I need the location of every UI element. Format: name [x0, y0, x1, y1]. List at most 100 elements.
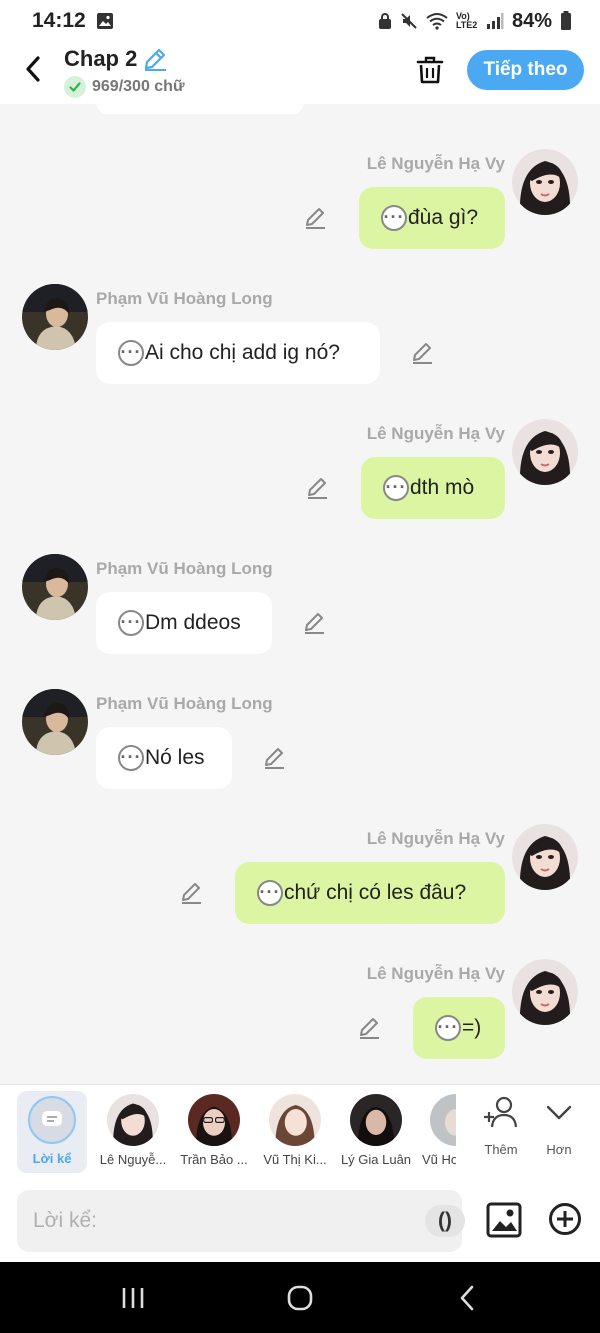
message-bubble[interactable]: =)	[413, 997, 505, 1059]
recent-apps-button[interactable]	[113, 1282, 153, 1314]
status-bar: 14:12 Vo) LTE2 84%	[0, 0, 600, 42]
edit-message-button[interactable]	[305, 475, 331, 501]
narration-dots-icon	[118, 610, 144, 636]
message-bubble[interactable]: Ai cho chị add ig nó?	[96, 322, 380, 384]
message-text: =)	[462, 1016, 482, 1039]
narrator-button[interactable]: Lời kể	[17, 1091, 87, 1173]
pencil-icon	[305, 613, 324, 634]
message-text: Dm ddeos	[145, 611, 241, 634]
add-button[interactable]	[548, 1202, 582, 1236]
recent-apps-icon	[122, 1288, 144, 1308]
sender-name: Lê Nguyễn Hạ Vy	[366, 424, 505, 443]
system-nav-bar	[0, 1262, 600, 1333]
battery-icon	[561, 11, 571, 30]
insert-image-button[interactable]	[486, 1202, 522, 1238]
chat-area[interactable]: Lê Nguyễn Hạ Vy đùa gì? Phạm Vũ Hoàng Lo…	[0, 104, 600, 1084]
message-input-box[interactable]: ()	[17, 1190, 465, 1252]
pencil-icon	[413, 343, 432, 364]
message-bubble[interactable]: chứ chị có les đâu?	[235, 862, 505, 924]
pencil-icon	[182, 883, 201, 904]
character-name: Lý Gia Luân	[340, 1152, 412, 1167]
signal-icon	[486, 13, 504, 29]
edit-message-button[interactable]	[262, 745, 288, 771]
character-item[interactable]: Lý Gia Luân	[339, 1091, 413, 1167]
message-text: Nó les	[145, 746, 205, 769]
wifi-icon	[426, 13, 448, 30]
avatar	[188, 1094, 240, 1146]
character-item[interactable]: Vũ Ho	[418, 1091, 456, 1167]
narration-dots-icon	[118, 340, 144, 366]
sender-name: Phạm Vũ Hoàng Long	[96, 289, 273, 308]
network-label: Vo) LTE2	[455, 11, 478, 30]
message-bubble[interactable]: đùa gì?	[359, 187, 505, 249]
chapter-header: Chap 2 969/300 chữ Tiếp theo	[0, 42, 600, 104]
avatar	[350, 1094, 402, 1146]
back-button[interactable]	[18, 54, 48, 84]
avatar-ha-vy[interactable]	[512, 959, 578, 1025]
character-bar: Lời kể Lê Nguyễ... Trần Bảo ... Vũ Thị K…	[0, 1084, 600, 1182]
narration-dots-icon	[383, 475, 409, 501]
pencil-icon	[144, 48, 166, 71]
battery-percent: 84%	[511, 9, 552, 32]
back-icon	[460, 1285, 474, 1311]
message-text: chứ chị có les đâu?	[284, 881, 467, 904]
narration-dots-icon	[118, 745, 144, 771]
add-character-label: Thêm	[484, 1142, 518, 1157]
narration-dots-icon	[435, 1015, 461, 1041]
more-characters-button[interactable]: Hơn	[529, 1095, 589, 1157]
home-button[interactable]	[280, 1282, 320, 1314]
system-back-button[interactable]	[448, 1282, 488, 1314]
image-icon	[486, 1202, 522, 1238]
pencil-icon	[360, 1018, 379, 1039]
edit-message-button[interactable]	[303, 205, 329, 231]
chevron-left-icon	[26, 56, 40, 82]
message-bubble[interactable]: Dm ddeos	[96, 592, 272, 654]
character-name: Lê Nguyễ...	[99, 1152, 167, 1167]
character-name: Trần Bảo ...	[180, 1152, 248, 1167]
edit-message-button[interactable]	[302, 610, 328, 636]
chat-bubble-icon	[42, 1111, 62, 1126]
sender-name: Lê Nguyễn Hạ Vy	[366, 964, 505, 983]
next-button[interactable]: Tiếp theo	[467, 50, 584, 90]
partial-message-bubble[interactable]	[96, 104, 304, 114]
sender-name: Lê Nguyễn Hạ Vy	[366, 154, 505, 173]
narrator-label: Lời kể	[32, 1151, 72, 1166]
chapter-title[interactable]: Chap 2	[64, 46, 137, 72]
avatar-ha-vy[interactable]	[512, 419, 578, 485]
avatar-hoang-long[interactable]	[22, 689, 88, 755]
message-text: đùa gì?	[408, 206, 479, 229]
character-item[interactable]: Vũ Thị Ki...	[258, 1091, 332, 1167]
gallery-notification-icon	[96, 13, 113, 29]
add-person-icon	[484, 1096, 518, 1128]
parenthesis-button[interactable]: ()	[425, 1205, 465, 1237]
character-name: Vũ Thị Ki...	[263, 1152, 327, 1167]
message-bubble[interactable]: Nó les	[96, 727, 232, 789]
lock-notification-icon	[378, 13, 391, 29]
pencil-icon	[308, 478, 327, 499]
edit-title-button[interactable]	[142, 46, 168, 72]
avatar	[430, 1094, 456, 1146]
home-icon	[287, 1285, 313, 1311]
avatar-hoang-long[interactable]	[22, 554, 88, 620]
composer: ()	[0, 1182, 600, 1262]
mute-icon	[401, 13, 417, 29]
character-item[interactable]: Trần Bảo ...	[177, 1091, 251, 1167]
message-bubble[interactable]: dth mò	[361, 457, 505, 519]
character-item[interactable]: Lê Nguyễ...	[96, 1091, 170, 1167]
edit-message-button[interactable]	[410, 340, 436, 366]
add-character-button[interactable]: Thêm	[471, 1095, 531, 1157]
avatar-ha-vy[interactable]	[512, 824, 578, 890]
check-icon	[64, 76, 86, 98]
message-text: Ai cho chị add ig nó?	[145, 341, 340, 364]
plus-circle-icon	[549, 1203, 581, 1235]
status-time: 14:12	[32, 9, 86, 32]
avatar-ha-vy[interactable]	[512, 149, 578, 215]
avatar-hoang-long[interactable]	[22, 284, 88, 350]
edit-message-button[interactable]	[179, 880, 205, 906]
edit-message-button[interactable]	[357, 1015, 383, 1041]
sender-name: Phạm Vũ Hoàng Long	[96, 559, 273, 578]
delete-button[interactable]	[414, 54, 446, 86]
narration-dots-icon	[257, 880, 283, 906]
chevron-down-icon	[546, 1105, 572, 1120]
message-input[interactable]	[33, 1190, 403, 1252]
